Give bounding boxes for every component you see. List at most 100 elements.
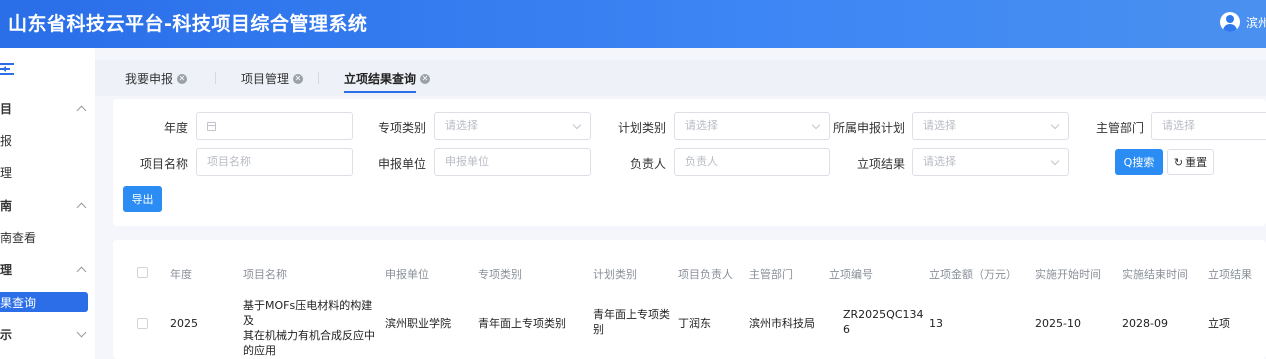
sidebar-group-manage[interactable]: 理 — [0, 257, 95, 281]
applicant-unit-placeholder: 申报单位 — [445, 155, 489, 168]
app-title: 山东省科技云平台-科技项目综合管理系统 — [8, 13, 368, 35]
user-name: 滨州 — [1246, 15, 1266, 30]
select-all-checkbox[interactable] — [137, 267, 148, 278]
sidebar-item-label: 南查看 — [0, 230, 37, 245]
cell-line: ZR2025QC134 — [843, 308, 924, 321]
sidebar-group-guide[interactable]: 南 — [0, 193, 95, 217]
chevron-down-icon — [811, 120, 821, 130]
sidebar-group-public[interactable]: 示 — [0, 322, 95, 346]
sidebar-item-label: 目 — [0, 101, 13, 116]
application-plan-label: 所属申报计划 — [833, 121, 906, 135]
cell-line: 别 — [593, 323, 604, 336]
application-plan-placeholder: 请选择 — [923, 119, 956, 132]
tab-label: 项目管理 — [241, 72, 290, 86]
filter-panel: 年度 专项类别 请选择 计划类别 请选择 所属申报计划 请选择 主管部门 请选择… — [113, 99, 1266, 226]
tab-label: 立项结果查询 — [344, 72, 417, 86]
chevron-down-icon — [572, 120, 582, 130]
export-button[interactable]: 导出 — [123, 186, 162, 212]
application-plan-select[interactable]: 请选择 — [912, 112, 1069, 140]
column-header[interactable]: 实施结束时间 — [1122, 266, 1188, 282]
sidebar-item-label: 示 — [0, 327, 13, 342]
column-header[interactable]: 专项类别 — [478, 266, 522, 282]
plan-category-select[interactable]: 请选择 — [674, 112, 830, 140]
sidebar-item-guide-view[interactable]: 南查看 — [0, 225, 95, 249]
plan-category-placeholder: 请选择 — [685, 119, 718, 132]
cell-unit: 滨州职业学院 — [385, 317, 451, 330]
export-button-label: 导出 — [131, 193, 154, 206]
chevron-up-icon — [76, 266, 87, 276]
column-header[interactable]: 申报单位 — [385, 266, 429, 282]
menu-collapse-icon[interactable] — [0, 62, 16, 76]
result-placeholder: 请选择 — [923, 155, 956, 168]
table-row[interactable]: 2025 基于MOFs压电材料的构建及 其在机械力有机合成反应中 的应用 滨州职… — [113, 292, 1266, 359]
tab-project-manage[interactable]: 项目管理 ✕ — [241, 70, 304, 87]
sidebar: 目 报 理 南 南查看 理 果查询 示 — [0, 48, 95, 359]
close-icon[interactable]: ✕ — [420, 73, 431, 84]
sidebar-item-apply[interactable]: 报 — [0, 128, 95, 152]
close-icon[interactable]: ✕ — [177, 73, 188, 84]
reset-button-label: 重置 — [1185, 156, 1208, 169]
department-select[interactable]: 请选择 — [1151, 112, 1266, 140]
project-name-input[interactable]: 项目名称 — [196, 148, 353, 176]
department-placeholder: 请选择 — [1162, 119, 1195, 132]
sidebar-item-label: 果查询 — [0, 295, 37, 310]
close-icon[interactable]: ✕ — [293, 73, 304, 84]
result-table: 年度 项目名称 申报单位 专项类别 计划类别 项目负责人 主管部门 立项编号 立… — [113, 240, 1266, 359]
tab-divider — [318, 72, 319, 84]
cell-project-name: 基于MOFs压电材料的构建及 其在机械力有机合成反应中 的应用 — [243, 298, 383, 358]
reset-button[interactable]: ↻ 重置 — [1167, 149, 1214, 175]
column-header[interactable]: 项目负责人 — [678, 266, 733, 282]
result-select[interactable]: 请选择 — [912, 148, 1069, 176]
cell-year: 2025 — [170, 317, 198, 330]
cell-line: 青年面上专项类 — [593, 308, 670, 321]
column-header[interactable]: 年度 — [170, 266, 192, 282]
column-header[interactable]: 立项编号 — [829, 266, 873, 282]
cell-amount: 13 — [929, 317, 943, 330]
special-category-label: 专项类别 — [377, 121, 426, 135]
sidebar-group-project[interactable]: 目 — [0, 96, 95, 120]
column-header[interactable]: 立项金额（万元） — [929, 266, 1017, 282]
search-button[interactable]: Q搜索 — [1115, 149, 1163, 175]
tab-apply[interactable]: 我要申报 ✕ — [125, 70, 188, 87]
refresh-icon: ↻ — [1173, 155, 1184, 169]
table-header: 年度 项目名称 申报单位 专项类别 计划类别 项目负责人 主管部门 立项编号 立… — [113, 258, 1266, 288]
search-button-label: Q搜索 — [1123, 156, 1155, 169]
leader-placeholder: 负责人 — [685, 155, 718, 168]
cell-line: 6 — [843, 323, 850, 336]
sidebar-item-label: 理 — [0, 165, 13, 180]
cell-plan: 青年面上专项类 别 — [593, 307, 673, 337]
column-header[interactable]: 立项结果 — [1208, 266, 1252, 282]
app-header: 山东省科技云平台-科技项目综合管理系统 滨州 — [0, 0, 1266, 48]
sidebar-item-result-query[interactable]: 果查询 — [0, 292, 88, 312]
tab-bar: 我要申报 ✕ 项目管理 ✕ 立项结果查询 ✕ — [95, 60, 1266, 96]
column-header[interactable]: 计划类别 — [593, 266, 637, 282]
project-name-label: 项目名称 — [139, 157, 188, 171]
year-label: 年度 — [163, 121, 188, 135]
user-menu[interactable]: 滨州 — [1220, 12, 1266, 32]
leader-input[interactable]: 负责人 — [674, 148, 830, 176]
chevron-down-icon — [1050, 120, 1060, 130]
cell-result: 立项 — [1208, 317, 1230, 330]
sidebar-item-label: 报 — [0, 133, 13, 148]
chevron-down-icon — [76, 327, 87, 337]
cell-line: 其在机械力有机合成反应中 — [243, 329, 375, 342]
tab-divider — [215, 72, 216, 84]
applicant-unit-label: 申报单位 — [377, 157, 426, 171]
cell-end: 2028-09 — [1122, 317, 1168, 330]
column-header[interactable]: 主管部门 — [749, 266, 793, 282]
plan-category-label: 计划类别 — [617, 121, 666, 135]
year-picker[interactable] — [196, 112, 353, 140]
row-checkbox[interactable] — [137, 318, 148, 329]
applicant-unit-input[interactable]: 申报单位 — [434, 148, 591, 176]
sidebar-item-manage[interactable]: 理 — [0, 160, 95, 184]
user-avatar-icon — [1220, 12, 1240, 32]
chevron-up-icon — [76, 105, 87, 115]
sidebar-item-label: 南 — [0, 198, 13, 213]
cell-special: 青年面上专项类别 — [478, 317, 566, 330]
special-category-select[interactable]: 请选择 — [434, 112, 591, 140]
tab-result-query[interactable]: 立项结果查询 ✕ — [344, 70, 431, 93]
column-header[interactable]: 实施开始时间 — [1035, 266, 1101, 282]
cell-leader: 丁润东 — [678, 317, 711, 330]
column-header[interactable]: 项目名称 — [243, 266, 287, 282]
calendar-icon — [207, 121, 216, 131]
